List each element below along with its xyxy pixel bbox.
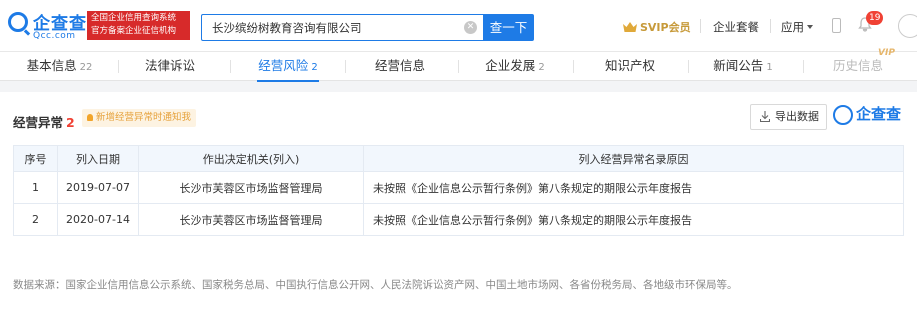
top-bar: 企查查 Qcc.com 全国企业信用查询系统 官方备案企业征信机构 ✕ 查一下 … bbox=[0, 0, 917, 52]
col-header-index: 序号 bbox=[13, 145, 58, 172]
divider bbox=[458, 60, 459, 73]
tab-operation-info[interactable]: 经营信息 bbox=[370, 52, 430, 81]
svip-label: SVIP会员 bbox=[640, 21, 691, 34]
gov-certification-badge: 全国企业信用查询系统 官方备案企业征信机构 bbox=[87, 11, 190, 40]
abnormal-operation-table: 序号 列入日期 作出决定机关(列入) 列入经营异常名录原因 1 2019-07-… bbox=[13, 145, 904, 236]
divider bbox=[573, 60, 574, 73]
tab-label: 知识产权 bbox=[604, 58, 655, 73]
download-icon bbox=[760, 111, 770, 122]
cell-reason: 未按照《企业信息公示暂行条例》第八条规定的期限公示年度报告 bbox=[363, 171, 904, 204]
gov-badge-line2: 官方备案企业征信机构 bbox=[91, 26, 177, 36]
tab-ip[interactable]: 知识产权 bbox=[600, 52, 660, 81]
tab-legal[interactable]: 法律诉讼 bbox=[140, 52, 200, 81]
notify-me-tip[interactable]: 新增经营异常时通知我 bbox=[82, 109, 197, 127]
divider bbox=[230, 60, 231, 73]
nav-apps-label: 应用 bbox=[781, 20, 804, 34]
divider bbox=[688, 60, 689, 73]
cell-reason: 未按照《企业信息公示暂行条例》第八条规定的期限公示年度报告 bbox=[363, 203, 904, 236]
logo-icon[interactable] bbox=[8, 12, 28, 32]
table-row: 2 2020-07-14 长沙市芙蓉区市场监督管理局 未按照《企业信息公示暂行条… bbox=[13, 203, 904, 236]
cell-index: 1 bbox=[13, 171, 58, 204]
divider bbox=[770, 19, 771, 33]
gov-badge-line1: 全国企业信用查询系统 bbox=[91, 13, 177, 23]
chevron-down-icon bbox=[807, 25, 813, 29]
tab-label: 法律诉讼 bbox=[144, 58, 195, 73]
detail-tabs: 基本信息 22 法律诉讼 经营风险 2 经营信息 企业发展 2 知识产权 新闻公告 1 … bbox=[0, 48, 917, 82]
search-box: ✕ bbox=[201, 14, 483, 41]
section-count: 2 bbox=[66, 115, 75, 130]
mobile-icon[interactable] bbox=[832, 18, 841, 33]
tab-count: 1 bbox=[766, 62, 773, 73]
tab-count: 2 bbox=[311, 62, 318, 73]
svip-link[interactable]: SVIP会员 bbox=[623, 19, 691, 35]
divider bbox=[118, 60, 119, 73]
tab-label: 历史信息 bbox=[832, 58, 883, 73]
tab-label: 新闻公告 bbox=[713, 58, 764, 73]
table-row: 1 2019-07-07 长沙市芙蓉区市场监督管理局 未按照《企业信息公示暂行条… bbox=[13, 171, 904, 204]
nav-package-link[interactable]: 企业套餐 bbox=[713, 19, 759, 35]
crown-icon bbox=[623, 22, 637, 32]
tab-news[interactable]: 新闻公告 1 bbox=[712, 52, 774, 81]
tab-business-risk[interactable]: 经营风险 2 bbox=[257, 52, 319, 82]
tab-count: 2 bbox=[538, 62, 545, 73]
search-button[interactable]: 查一下 bbox=[483, 14, 534, 41]
divider bbox=[700, 19, 701, 33]
clear-icon[interactable]: ✕ bbox=[464, 21, 477, 34]
tab-development[interactable]: 企业发展 2 bbox=[484, 52, 546, 81]
cell-authority: 长沙市芙蓉区市场监督管理局 bbox=[138, 203, 364, 236]
data-source-note: 数据来源：国家企业信用信息公示系统、国家税务总局、中国执行信息公开网、人民法院诉… bbox=[13, 279, 738, 291]
notification-count-badge: 19 bbox=[866, 11, 884, 25]
col-header-date: 列入日期 bbox=[57, 145, 139, 172]
vip-tag: VIP bbox=[878, 48, 895, 58]
col-header-authority: 作出决定机关(列入) bbox=[138, 145, 364, 172]
tab-count: 22 bbox=[79, 62, 93, 73]
tab-label: 经营信息 bbox=[374, 58, 425, 73]
tab-label: 基本信息 bbox=[26, 58, 77, 73]
tab-basic-info[interactable]: 基本信息 22 bbox=[22, 52, 97, 81]
cell-index: 2 bbox=[13, 203, 58, 236]
cell-authority: 长沙市芙蓉区市场监督管理局 bbox=[138, 171, 364, 204]
logo-domain: Qcc.com bbox=[33, 31, 76, 41]
abnormal-operation-section: 经营异常 2 新增经营异常时通知我 导出数据 企查查 序号 列入日期 作出决定机关… bbox=[0, 92, 917, 325]
section-title-text: 经营异常 bbox=[13, 115, 64, 130]
brand-logo-icon bbox=[833, 105, 853, 125]
cell-date: 2019-07-07 bbox=[57, 171, 139, 204]
export-data-button[interactable]: 导出数据 bbox=[750, 104, 827, 130]
divider bbox=[803, 60, 804, 73]
nav-apps-dropdown[interactable]: 应用 bbox=[781, 19, 813, 35]
avatar[interactable] bbox=[898, 14, 917, 38]
search-input[interactable] bbox=[202, 15, 457, 40]
col-header-reason: 列入经营异常名录原因 bbox=[363, 145, 904, 172]
tab-label: 企业发展 bbox=[485, 58, 536, 73]
divider bbox=[345, 60, 346, 73]
section-title: 经营异常 2 bbox=[13, 112, 75, 131]
cell-date: 2020-07-14 bbox=[57, 203, 139, 236]
table-header-row: 序号 列入日期 作出决定机关(列入) 列入经营异常名录原因 bbox=[13, 145, 904, 172]
brand-logo-text: 企查查 bbox=[856, 105, 902, 123]
tab-label: 经营风险 bbox=[258, 58, 309, 73]
export-label: 导出数据 bbox=[775, 110, 819, 123]
